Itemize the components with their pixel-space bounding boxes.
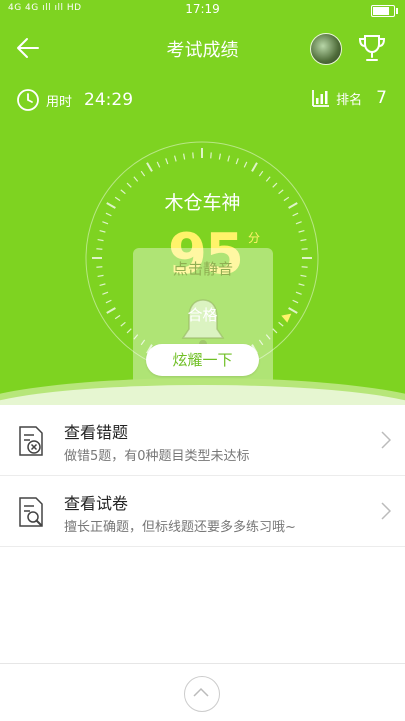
nav-bar: 考试成绩 (0, 26, 405, 70)
gauge-tick (140, 170, 146, 177)
list-item-view-paper[interactable]: 查看试卷 擅长正确题，但标线题还要多多练习哦~ (0, 476, 405, 547)
gauge-tick (243, 161, 248, 168)
status-time: 17:19 (185, 2, 220, 16)
gauge-tick (300, 274, 307, 277)
gauge-tick (218, 153, 221, 160)
mute-label[interactable]: 点击静音 (133, 258, 273, 279)
stats-row: 用时 24:29 排名 7 (0, 88, 405, 116)
gauge-tick (292, 299, 299, 304)
status-bar: 4G 4G ıll ıll HD 17:19 (0, 0, 405, 20)
gauge-tick (173, 155, 177, 162)
gauge-tick (97, 239, 104, 242)
gauge-tick (227, 155, 231, 162)
gauge-tick (272, 328, 278, 334)
rank-value: 7 (376, 88, 387, 108)
bar-chart-icon (312, 90, 330, 107)
gauge-tick (210, 152, 212, 159)
gauge-tick (165, 158, 169, 165)
gauge-tick (295, 221, 302, 225)
action-list: 查看错题 做错5题，有0种题目类型未达标 查看试卷 擅长正确题，但标线题还要多多… (0, 405, 405, 547)
gauge-tick (258, 170, 264, 177)
gauge-tick (126, 182, 132, 188)
gauge-tick (192, 152, 194, 159)
gauge-tick (300, 239, 307, 242)
gauge-tick (272, 182, 278, 188)
gauge-tick (96, 248, 103, 250)
battery-icon (371, 5, 398, 17)
score-unit: 分 (248, 231, 261, 245)
gauge-tick (133, 176, 139, 182)
grade-label: 合格 (187, 306, 218, 324)
bottom-bar (0, 663, 405, 721)
chevron-right-icon (381, 502, 391, 520)
gauge-tick (156, 161, 161, 168)
gauge-tick (301, 248, 308, 250)
list-item-title: 查看错题 (64, 423, 129, 442)
list-item-subtitle: 擅长正确题，但标线题还要多多练习哦~ (64, 520, 296, 535)
gauge-tick (235, 158, 239, 165)
avatar[interactable] (310, 33, 342, 65)
gauge-tick (298, 283, 305, 287)
rank[interactable]: 排名 7 (311, 88, 387, 108)
trophy-icon[interactable] (356, 32, 388, 64)
list-item-subtitle: 做错5题，有0种题目类型未达标 (64, 449, 250, 464)
time-value: 24:29 (84, 90, 134, 110)
page-title: 考试成绩 (166, 40, 239, 61)
time-used: 用时 24:29 (16, 88, 133, 112)
user-name: 木仓车神 (164, 192, 241, 214)
clock-icon (17, 89, 39, 111)
gauge-tick (251, 162, 258, 172)
wrong-questions-icon (19, 426, 43, 456)
chevron-up-icon (192, 687, 209, 697)
time-label: 用时 (46, 94, 73, 110)
gauge-tick (99, 283, 106, 287)
gauge-tick (301, 266, 308, 268)
list-item-wrong-questions[interactable]: 查看错题 做错5题，有0种题目类型未达标 (0, 405, 405, 476)
gauge-tick (146, 162, 153, 172)
gauge-tick (96, 266, 103, 268)
gauge-tick (105, 299, 112, 304)
gauge-tick (97, 274, 104, 277)
score-hero: 4G 4G ıll ıll HD 17:19 考试成绩 用时 24:29 排名 … (0, 0, 405, 405)
gauge-tick (183, 153, 186, 160)
gauge-tick (265, 176, 271, 182)
gauge-tick (99, 229, 106, 233)
gauge-tick (102, 291, 109, 295)
rank-label: 排名 (336, 92, 363, 108)
gauge-tick (126, 328, 132, 334)
view-paper-icon (19, 497, 43, 527)
gauge-tick (295, 291, 302, 295)
scroll-up-button[interactable] (184, 676, 220, 712)
share-button[interactable]: 炫耀一下 (146, 344, 259, 376)
list-item-title: 查看试卷 (64, 494, 129, 513)
gauge-tick (298, 229, 305, 233)
chevron-right-icon (381, 431, 391, 449)
gauge-tick (102, 221, 109, 225)
